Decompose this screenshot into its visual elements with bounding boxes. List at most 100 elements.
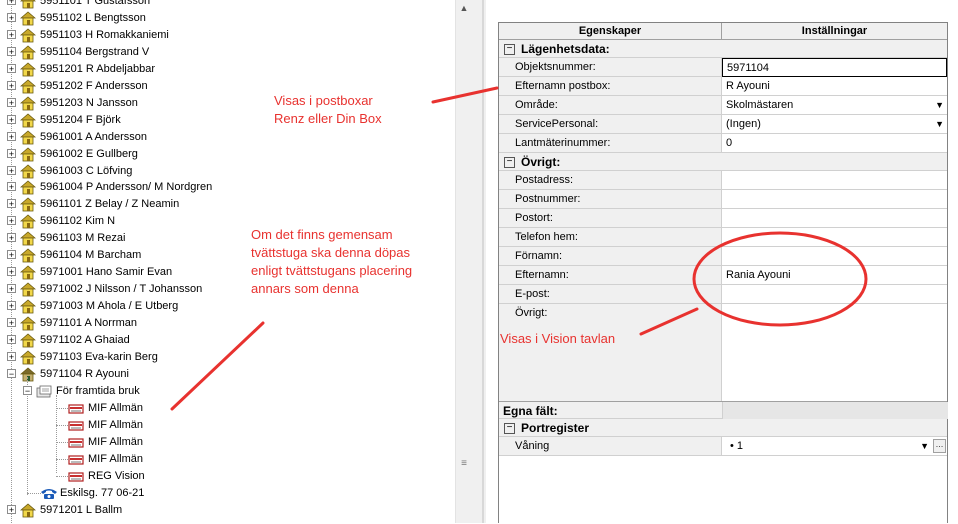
expand-icon[interactable]: +: [7, 13, 16, 23]
expand-icon[interactable]: +: [7, 352, 16, 362]
tree-item[interactable]: +5951103 H Romakkaniemi: [0, 27, 450, 44]
expand-icon[interactable]: +: [7, 81, 16, 91]
splitter-grip-icon[interactable]: ≡: [458, 458, 470, 469]
tree-item[interactable]: +5971103 Eva-karin Berg: [0, 349, 450, 366]
tree-item[interactable]: +5951203 N Jansson: [0, 95, 450, 112]
row-lantmaterinummer[interactable]: Lantmäterinummer: 0: [499, 134, 947, 153]
ellipsis-button[interactable]: …: [933, 439, 946, 453]
tree-leaf-item[interactable]: REG Vision: [0, 468, 450, 485]
dropdown-arrow-icon[interactable]: ▼: [935, 115, 944, 134]
collapse-icon[interactable]: −: [504, 423, 515, 435]
collapse-icon[interactable]: −: [504, 44, 515, 56]
vaning-select[interactable]: • 1 ▼ …: [722, 437, 947, 456]
epost-field[interactable]: [722, 285, 947, 304]
efternamn-field[interactable]: Rania Ayouni: [722, 266, 947, 285]
tree-item[interactable]: +5951202 F Andersson: [0, 78, 450, 95]
servicepersonal-select[interactable]: (Ingen) ▼: [722, 115, 947, 134]
expand-icon[interactable]: +: [7, 301, 16, 311]
tree-leaf-item[interactable]: MIF Allmän: [0, 400, 450, 417]
row-postort[interactable]: Postort:: [499, 209, 947, 228]
tree-item[interactable]: +5961004 P Andersson/ M Nordgren: [0, 179, 450, 196]
scroll-up-arrow-icon[interactable]: ▲: [456, 0, 472, 17]
tree-item[interactable]: +5961003 C Löfving: [0, 163, 450, 180]
collapse-icon[interactable]: −: [7, 369, 16, 379]
expand-icon[interactable]: +: [7, 267, 16, 277]
dropdown-arrow-icon[interactable]: ▼: [935, 96, 944, 115]
tree-item[interactable]: − 5971104 R Ayouni: [0, 366, 450, 383]
objektsnummer-field[interactable]: 5971104: [722, 58, 947, 77]
expand-icon[interactable]: +: [7, 284, 16, 294]
tree-item[interactable]: +5971101 A Norrman: [0, 315, 450, 332]
expand-icon[interactable]: +: [7, 199, 16, 209]
expand-icon[interactable]: +: [7, 98, 16, 108]
expand-icon[interactable]: +: [7, 250, 16, 260]
expand-icon[interactable]: +: [7, 47, 16, 57]
expand-icon[interactable]: +: [7, 166, 16, 176]
row-vaning[interactable]: Våning • 1 ▼ …: [499, 437, 947, 456]
tree-item[interactable]: +5971003 M Ahola / E Utberg: [0, 298, 450, 315]
row-postnummer[interactable]: Postnummer:: [499, 190, 947, 209]
tree-scrollbar[interactable]: ▲ ≡: [455, 0, 472, 523]
tree-item[interactable]: +5971102 A Ghaiad: [0, 332, 450, 349]
header-properties[interactable]: Egenskaper: [499, 23, 722, 40]
collapse-icon[interactable]: −: [504, 157, 515, 169]
tree-item-label: 5951101 T Gustafsson: [40, 0, 151, 7]
tree-item-label: För framtida bruk: [56, 385, 140, 397]
row-omrade[interactable]: Område: Skolmästaren ▼: [499, 96, 947, 115]
expand-icon[interactable]: +: [7, 216, 16, 226]
tree-item[interactable]: +5961101 Z Belay / Z Neamin: [0, 196, 450, 213]
row-objektsnummer[interactable]: Objektsnummer: 5971104: [499, 58, 947, 77]
row-epost[interactable]: E-post:: [499, 285, 947, 304]
telefon-field[interactable]: [722, 228, 947, 247]
expand-icon[interactable]: +: [7, 115, 16, 125]
tree-folder-item[interactable]: − För framtida bruk: [0, 383, 450, 400]
lantmaterinummer-field[interactable]: 0: [722, 134, 947, 153]
row-fornamn[interactable]: Förnamn:: [499, 247, 947, 266]
tree-phone-item[interactable]: Eskilsg. 77 06-21: [0, 485, 450, 502]
expand-icon[interactable]: +: [7, 0, 16, 6]
omrade-select[interactable]: Skolmästaren ▼: [722, 96, 947, 115]
tree-item[interactable]: +5961001 A Andersson: [0, 129, 450, 146]
tree-item[interactable]: +5951101 T Gustafsson: [0, 0, 450, 10]
efternamn-postbox-field[interactable]: R Ayouni: [722, 77, 947, 96]
header-settings[interactable]: Inställningar: [722, 23, 947, 40]
category-other[interactable]: − Övrigt:: [499, 153, 947, 171]
scroll-thumb[interactable]: [457, 17, 471, 377]
tree-leaf-item[interactable]: MIF Allmän: [0, 417, 450, 434]
expand-icon[interactable]: +: [7, 182, 16, 192]
category-custom-fields[interactable]: Egna fält:: [499, 401, 948, 419]
dropdown-arrow-icon[interactable]: ▼: [920, 437, 929, 456]
expand-icon[interactable]: +: [7, 149, 16, 159]
tree-item[interactable]: +5951201 R Abdeljabbar: [0, 61, 450, 78]
expand-icon[interactable]: +: [7, 335, 16, 345]
postnummer-field[interactable]: [722, 190, 947, 209]
row-postadress[interactable]: Postadress:: [499, 171, 947, 190]
row-servicepersonal[interactable]: ServicePersonal: (Ingen) ▼: [499, 115, 947, 134]
prop-name: Efternamn postbox:: [499, 77, 722, 96]
ovrigt-field[interactable]: [722, 304, 947, 323]
collapse-icon[interactable]: −: [23, 386, 32, 396]
tree-item[interactable]: +5961002 E Gullberg: [0, 146, 450, 163]
tree-item[interactable]: +5971201 L Ballm: [0, 502, 450, 519]
tree-item[interactable]: +5951104 Bergstrand V: [0, 44, 450, 61]
expand-icon[interactable]: +: [7, 505, 16, 515]
row-ovrigt[interactable]: Övrigt:: [499, 304, 947, 323]
tree-item[interactable]: +5951204 F Björk: [0, 112, 450, 129]
expand-icon[interactable]: +: [7, 132, 16, 142]
expand-icon[interactable]: +: [7, 233, 16, 243]
expand-icon[interactable]: +: [7, 30, 16, 40]
tree-leaf-item[interactable]: MIF Allmän: [0, 451, 450, 468]
row-telefon[interactable]: Telefon hem:: [499, 228, 947, 247]
row-efternamn[interactable]: Efternamn: Rania Ayouni: [499, 266, 947, 285]
expand-icon[interactable]: +: [7, 318, 16, 328]
tree-item[interactable]: +5951102 L Bengtsson: [0, 10, 450, 27]
expand-icon[interactable]: +: [7, 64, 16, 74]
panel-splitter[interactable]: [482, 0, 484, 523]
fornamn-field[interactable]: [722, 247, 947, 266]
category-portregister[interactable]: − Portregister: [499, 419, 947, 437]
postort-field[interactable]: [722, 209, 947, 228]
tree-leaf-item[interactable]: MIF Allmän: [0, 434, 450, 451]
category-apartment[interactable]: − Lägenhetsdata:: [499, 40, 947, 58]
postadress-field[interactable]: [722, 171, 947, 190]
row-efternamn-postbox[interactable]: Efternamn postbox: R Ayouni: [499, 77, 947, 96]
